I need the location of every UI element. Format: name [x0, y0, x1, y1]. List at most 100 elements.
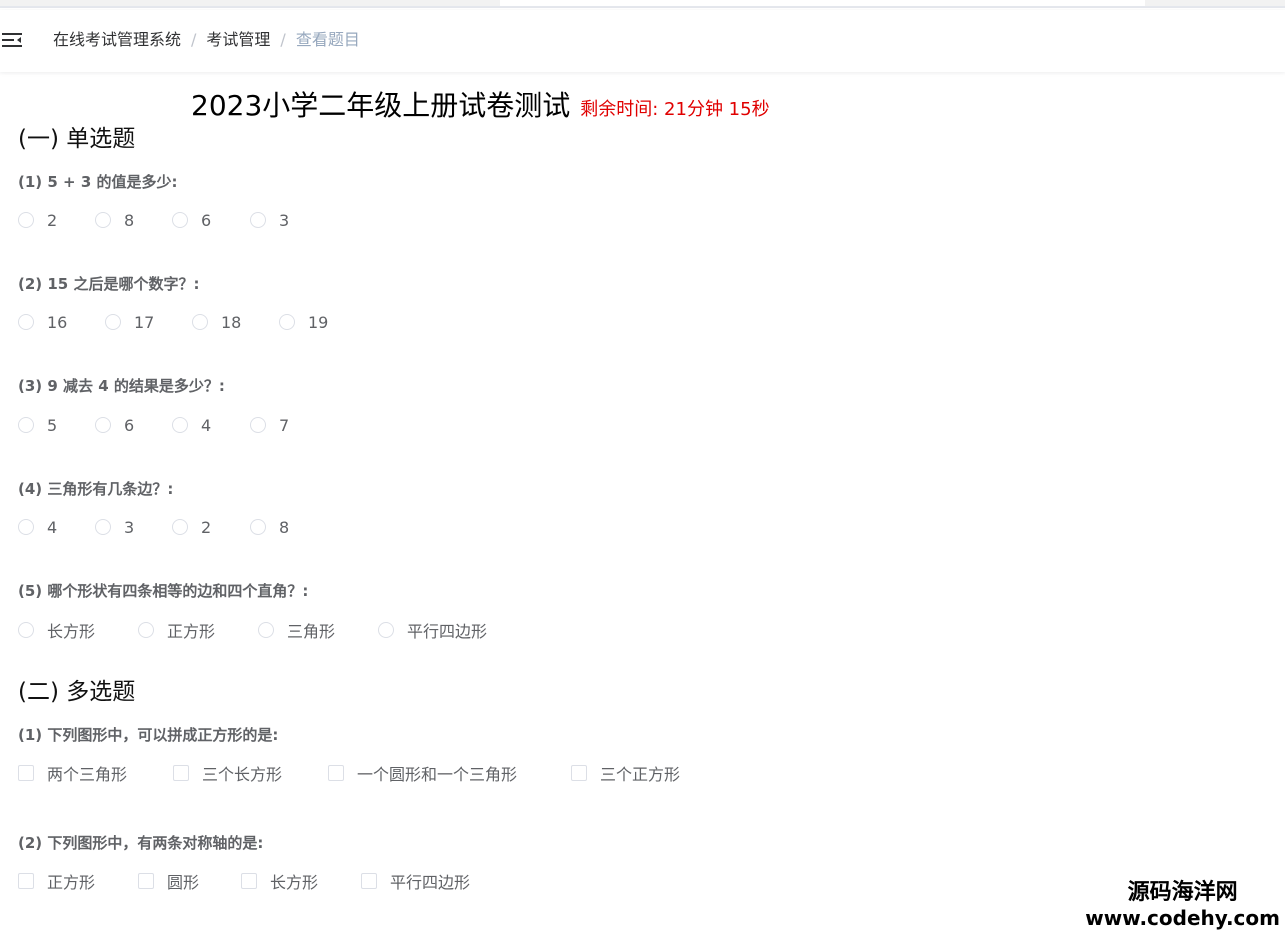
radio-option[interactable]: 16	[18, 311, 67, 333]
option-label: 8	[124, 210, 135, 230]
option-label: 5	[47, 415, 58, 435]
checkbox-option[interactable]: 一个圆形和一个三角形	[328, 762, 517, 784]
radio-button[interactable]	[172, 212, 188, 228]
radio-button[interactable]	[18, 212, 34, 228]
radio-button[interactable]	[250, 212, 266, 228]
radio-option[interactable]: 正方形	[138, 619, 215, 641]
checkbox[interactable]	[328, 765, 344, 781]
checkbox-option[interactable]: 平行四边形	[361, 870, 470, 892]
checkbox-option[interactable]: 两个三角形	[18, 762, 127, 784]
option-label: 长方形	[270, 873, 319, 892]
radio-option[interactable]: 4	[172, 414, 211, 436]
radio-option[interactable]: 8	[250, 516, 289, 538]
radio-option[interactable]: 3	[95, 516, 134, 538]
question-title: (2) 15 之后是哪个数字？:	[18, 275, 200, 293]
option-label: 三个长方形	[202, 765, 283, 784]
radio-option[interactable]: 7	[250, 414, 289, 436]
option-label: 平行四边形	[407, 622, 488, 641]
radio-button[interactable]	[258, 622, 274, 638]
checkbox-option[interactable]: 三个正方形	[571, 762, 680, 784]
question-title: (1) 下列图形中，可以拼成正方形的是:	[18, 726, 279, 744]
top-strip	[0, 0, 1285, 10]
checkbox[interactable]	[361, 873, 377, 889]
checkbox[interactable]	[18, 765, 34, 781]
radio-option[interactable]: 5	[18, 414, 57, 436]
hamburger-icon[interactable]	[2, 32, 22, 48]
radio-button[interactable]	[378, 622, 394, 638]
breadcrumb-item-home[interactable]: 在线考试管理系统	[53, 30, 181, 49]
radio-option[interactable]: 8	[95, 209, 134, 231]
question-title: (5) 哪个形状有四条相等的边和四个直角？:	[18, 582, 309, 600]
breadcrumb-item-view-questions: 查看题目	[295, 30, 360, 49]
radio-button[interactable]	[105, 314, 121, 330]
radio-button[interactable]	[18, 314, 34, 330]
radio-button[interactable]	[95, 212, 111, 228]
radio-option[interactable]: 平行四边形	[378, 619, 487, 641]
radio-option[interactable]: 18	[192, 311, 241, 333]
radio-button[interactable]	[250, 417, 266, 433]
option-label: 4	[47, 517, 58, 537]
radio-option[interactable]: 长方形	[18, 619, 95, 641]
option-label: 平行四边形	[390, 873, 471, 892]
checkbox-option[interactable]: 三个长方形	[173, 762, 282, 784]
watermark: 源码海洋网 www.codehy.com	[1085, 880, 1280, 930]
option-label: 6	[124, 415, 135, 435]
section-title-multiple-choice: (二) 多选题	[18, 679, 136, 705]
radio-option[interactable]: 2	[172, 516, 211, 538]
radio-button[interactable]	[138, 622, 154, 638]
radio-option[interactable]: 6	[172, 209, 211, 231]
breadcrumb-separator: /	[191, 30, 197, 49]
breadcrumb-item-exam-management[interactable]: 考试管理	[206, 30, 270, 49]
radio-option[interactable]: 6	[95, 414, 134, 436]
checkbox[interactable]	[173, 765, 189, 781]
option-label: 2	[201, 517, 212, 537]
radio-button[interactable]	[18, 519, 34, 535]
option-label: 16	[47, 312, 68, 332]
checkbox[interactable]	[241, 873, 257, 889]
option-label: 三角形	[287, 622, 336, 641]
option-label: 8	[279, 517, 290, 537]
option-label: 两个三角形	[47, 765, 128, 784]
radio-option[interactable]: 2	[18, 209, 57, 231]
exam-title-row: 2023小学二年级上册试卷测试 剩余时间: 21分钟 15秒	[191, 84, 770, 124]
radio-option[interactable]: 三角形	[258, 619, 335, 641]
radio-button[interactable]	[172, 417, 188, 433]
checkbox[interactable]	[18, 873, 34, 889]
option-label: 正方形	[167, 622, 216, 641]
breadcrumb: 在线考试管理系统 / 考试管理 / 查看题目	[53, 29, 360, 51]
option-label: 17	[134, 312, 155, 332]
radio-option[interactable]: 4	[18, 516, 57, 538]
radio-button[interactable]	[250, 519, 266, 535]
question-title: (4) 三角形有几条边？:	[18, 480, 174, 498]
option-label: 3	[279, 210, 290, 230]
question-title: (3) 9 减去 4 的结果是多少？:	[18, 377, 225, 395]
radio-button[interactable]	[172, 519, 188, 535]
option-label: 圆形	[167, 873, 200, 892]
checkbox-option[interactable]: 长方形	[241, 870, 318, 892]
section-title-single-choice: (一) 单选题	[18, 126, 136, 152]
checkbox-option[interactable]: 正方形	[18, 870, 95, 892]
breadcrumb-separator: /	[280, 30, 286, 49]
radio-button[interactable]	[192, 314, 208, 330]
countdown-timer: 剩余时间: 21分钟 15秒	[580, 99, 770, 120]
option-label: 4	[201, 415, 212, 435]
radio-option[interactable]: 3	[250, 209, 289, 231]
radio-button[interactable]	[18, 622, 34, 638]
radio-button[interactable]	[95, 519, 111, 535]
checkbox-option[interactable]: 圆形	[138, 870, 199, 892]
option-label: 2	[47, 210, 58, 230]
option-label: 三个正方形	[600, 765, 681, 784]
radio-button[interactable]	[18, 417, 34, 433]
option-label: 3	[124, 517, 135, 537]
checkbox[interactable]	[138, 873, 154, 889]
option-label: 6	[201, 210, 212, 230]
radio-button[interactable]	[95, 417, 111, 433]
checkbox[interactable]	[571, 765, 587, 781]
navbar: 在线考试管理系统 / 考试管理 / 查看题目	[0, 10, 1285, 72]
radio-option[interactable]: 19	[279, 311, 328, 333]
radio-button[interactable]	[279, 314, 295, 330]
radio-option[interactable]: 17	[105, 311, 154, 333]
option-label: 7	[279, 415, 290, 435]
option-label: 正方形	[47, 873, 96, 892]
top-divider	[0, 6, 1285, 8]
